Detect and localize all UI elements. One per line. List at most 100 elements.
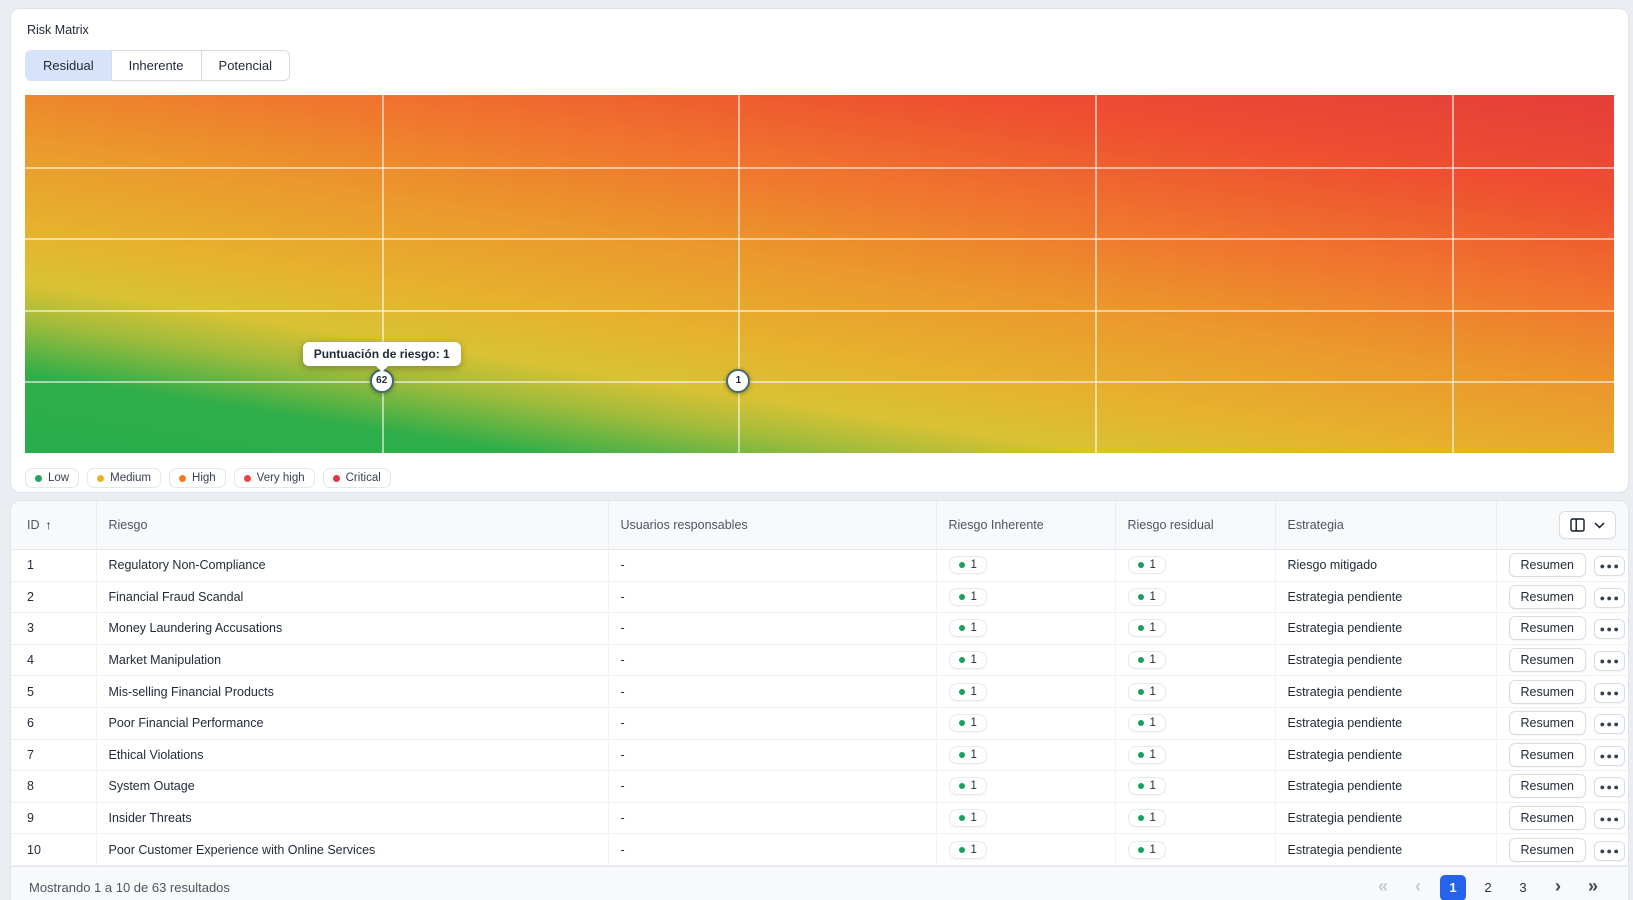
cell-riesgo: Poor Financial Performance bbox=[96, 707, 608, 739]
table-row[interactable]: 5 Mis-selling Financial Products - 1 1 E… bbox=[11, 676, 1628, 708]
cell-estrategia: Estrategia pendiente bbox=[1275, 644, 1496, 676]
resumen-button[interactable]: Resumen bbox=[1509, 711, 1587, 735]
last-page-button[interactable]: » bbox=[1580, 875, 1606, 900]
resumen-button[interactable]: Resumen bbox=[1509, 774, 1587, 798]
resumen-button[interactable]: Resumen bbox=[1509, 743, 1587, 767]
inherente-badge: 1 bbox=[949, 714, 987, 732]
table-row[interactable]: 10 Poor Customer Experience with Online … bbox=[11, 834, 1628, 866]
results-summary: Mostrando 1 a 10 de 63 resultados bbox=[29, 880, 230, 895]
green-dot-icon bbox=[1138, 815, 1144, 821]
resumen-button[interactable]: Resumen bbox=[1509, 648, 1587, 672]
table-row[interactable]: 4 Market Manipulation - 1 1 Estrategia p… bbox=[11, 644, 1628, 676]
column-header-usuarios[interactable]: Usuarios responsables bbox=[608, 501, 936, 550]
row-menu-button[interactable]: ●●● bbox=[1594, 746, 1625, 766]
table-row[interactable]: 3 Money Laundering Accusations - 1 1 Est… bbox=[11, 613, 1628, 645]
green-dot-icon bbox=[1138, 562, 1144, 568]
residual-badge: 1 bbox=[1128, 683, 1166, 701]
cell-estrategia: Estrategia pendiente bbox=[1275, 613, 1496, 645]
resumen-button[interactable]: Resumen bbox=[1509, 585, 1587, 609]
green-dot-icon bbox=[959, 752, 965, 758]
column-header-riesgo[interactable]: Riesgo bbox=[96, 501, 608, 550]
cell-riesgo: Mis-selling Financial Products bbox=[96, 676, 608, 708]
cell-residual: 1 bbox=[1115, 613, 1275, 645]
matrix-marker[interactable]: 1 bbox=[726, 369, 750, 393]
table-row[interactable]: 1 Regulatory Non-Compliance - 1 1 Riesgo… bbox=[11, 550, 1628, 582]
row-menu-button[interactable]: ●●● bbox=[1594, 619, 1625, 639]
next-page-button[interactable]: › bbox=[1545, 875, 1571, 900]
cell-actions: Resumen ●●● bbox=[1496, 581, 1628, 613]
legend-dot-icon bbox=[179, 475, 186, 482]
matrix-gridline bbox=[1095, 95, 1097, 453]
residual-badge: 1 bbox=[1128, 777, 1166, 795]
table-footer: Mostrando 1 a 10 de 63 resultados « ‹ 12… bbox=[11, 866, 1628, 900]
cell-estrategia: Estrategia pendiente bbox=[1275, 581, 1496, 613]
row-menu-button[interactable]: ●●● bbox=[1594, 809, 1625, 829]
inherente-badge: 1 bbox=[949, 619, 987, 637]
cell-estrategia: Estrategia pendiente bbox=[1275, 739, 1496, 771]
prev-page-button[interactable]: ‹ bbox=[1405, 875, 1431, 900]
cell-estrategia: Riesgo mitigado bbox=[1275, 550, 1496, 582]
cell-inherente: 1 bbox=[936, 613, 1115, 645]
row-menu-button[interactable]: ●●● bbox=[1594, 556, 1625, 576]
table-row[interactable]: 9 Insider Threats - 1 1 Estrategia pendi… bbox=[11, 802, 1628, 834]
table-body: 1 Regulatory Non-Compliance - 1 1 Riesgo… bbox=[11, 550, 1628, 866]
cell-riesgo: Regulatory Non-Compliance bbox=[96, 550, 608, 582]
legend-label: Critical bbox=[346, 472, 381, 484]
cell-estrategia: Estrategia pendiente bbox=[1275, 771, 1496, 803]
residual-badge: 1 bbox=[1128, 809, 1166, 827]
row-menu-button[interactable]: ●●● bbox=[1594, 683, 1625, 703]
cell-usuarios: - bbox=[608, 771, 936, 803]
resumen-button[interactable]: Resumen bbox=[1509, 553, 1587, 577]
column-picker-button[interactable] bbox=[1559, 511, 1616, 539]
resumen-button[interactable]: Resumen bbox=[1509, 680, 1587, 704]
cell-id: 6 bbox=[11, 707, 96, 739]
first-page-button[interactable]: « bbox=[1370, 875, 1396, 900]
cell-actions: Resumen ●●● bbox=[1496, 834, 1628, 866]
table-row[interactable]: 6 Poor Financial Performance - 1 1 Estra… bbox=[11, 707, 1628, 739]
cell-riesgo: Financial Fraud Scandal bbox=[96, 581, 608, 613]
green-dot-icon bbox=[959, 815, 965, 821]
table-row[interactable]: 8 System Outage - 1 1 Estrategia pendien… bbox=[11, 771, 1628, 803]
cell-riesgo: Money Laundering Accusations bbox=[96, 613, 608, 645]
legend-label: Very high bbox=[257, 472, 305, 484]
legend-dot-icon bbox=[244, 475, 251, 482]
row-menu-button[interactable]: ●●● bbox=[1594, 777, 1625, 797]
cell-actions: Resumen ●●● bbox=[1496, 739, 1628, 771]
page-title: Risk Matrix bbox=[25, 23, 1614, 37]
green-dot-icon bbox=[1138, 847, 1144, 853]
tab-inherente[interactable]: Inherente bbox=[111, 50, 202, 81]
column-header-estrategia[interactable]: Estrategia bbox=[1275, 501, 1496, 550]
row-menu-button[interactable]: ●●● bbox=[1594, 588, 1625, 608]
green-dot-icon bbox=[1138, 625, 1144, 631]
resumen-button[interactable]: Resumen bbox=[1509, 616, 1587, 640]
risk-matrix[interactable]: Puntuación de riesgo: 1 62 1 bbox=[25, 95, 1614, 453]
page-button-1[interactable]: 1 bbox=[1440, 875, 1466, 900]
row-menu-button[interactable]: ●●● bbox=[1594, 841, 1625, 861]
tab-residual[interactable]: Residual bbox=[25, 50, 112, 81]
risk-score-tooltip: Puntuación de riesgo: 1 bbox=[303, 342, 461, 366]
inherente-badge: 1 bbox=[949, 683, 987, 701]
tab-potencial[interactable]: Potencial bbox=[201, 50, 290, 81]
cell-inherente: 1 bbox=[936, 676, 1115, 708]
resumen-button[interactable]: Resumen bbox=[1509, 838, 1587, 862]
cell-actions: Resumen ●●● bbox=[1496, 644, 1628, 676]
page-button-3[interactable]: 3 bbox=[1510, 875, 1536, 900]
matrix-marker[interactable]: 62 bbox=[370, 369, 394, 393]
table-row[interactable]: 7 Ethical Violations - 1 1 Estrategia pe… bbox=[11, 739, 1628, 771]
table-row[interactable]: 2 Financial Fraud Scandal - 1 1 Estrateg… bbox=[11, 581, 1628, 613]
column-header-id[interactable]: ID↑ bbox=[11, 501, 96, 550]
cell-riesgo: System Outage bbox=[96, 771, 608, 803]
residual-badge: 1 bbox=[1128, 746, 1166, 764]
cell-inherente: 1 bbox=[936, 739, 1115, 771]
row-menu-button[interactable]: ●●● bbox=[1594, 714, 1625, 734]
inherente-badge: 1 bbox=[949, 809, 987, 827]
sort-asc-icon[interactable]: ↑ bbox=[46, 518, 52, 532]
legend-label: High bbox=[192, 472, 216, 484]
cell-residual: 1 bbox=[1115, 550, 1275, 582]
column-header-inherente[interactable]: Riesgo Inherente bbox=[936, 501, 1115, 550]
matrix-view-tabs: Residual Inherente Potencial bbox=[25, 50, 290, 81]
column-header-residual[interactable]: Riesgo residual bbox=[1115, 501, 1275, 550]
page-button-2[interactable]: 2 bbox=[1475, 875, 1501, 900]
row-menu-button[interactable]: ●●● bbox=[1594, 651, 1625, 671]
resumen-button[interactable]: Resumen bbox=[1509, 806, 1587, 830]
